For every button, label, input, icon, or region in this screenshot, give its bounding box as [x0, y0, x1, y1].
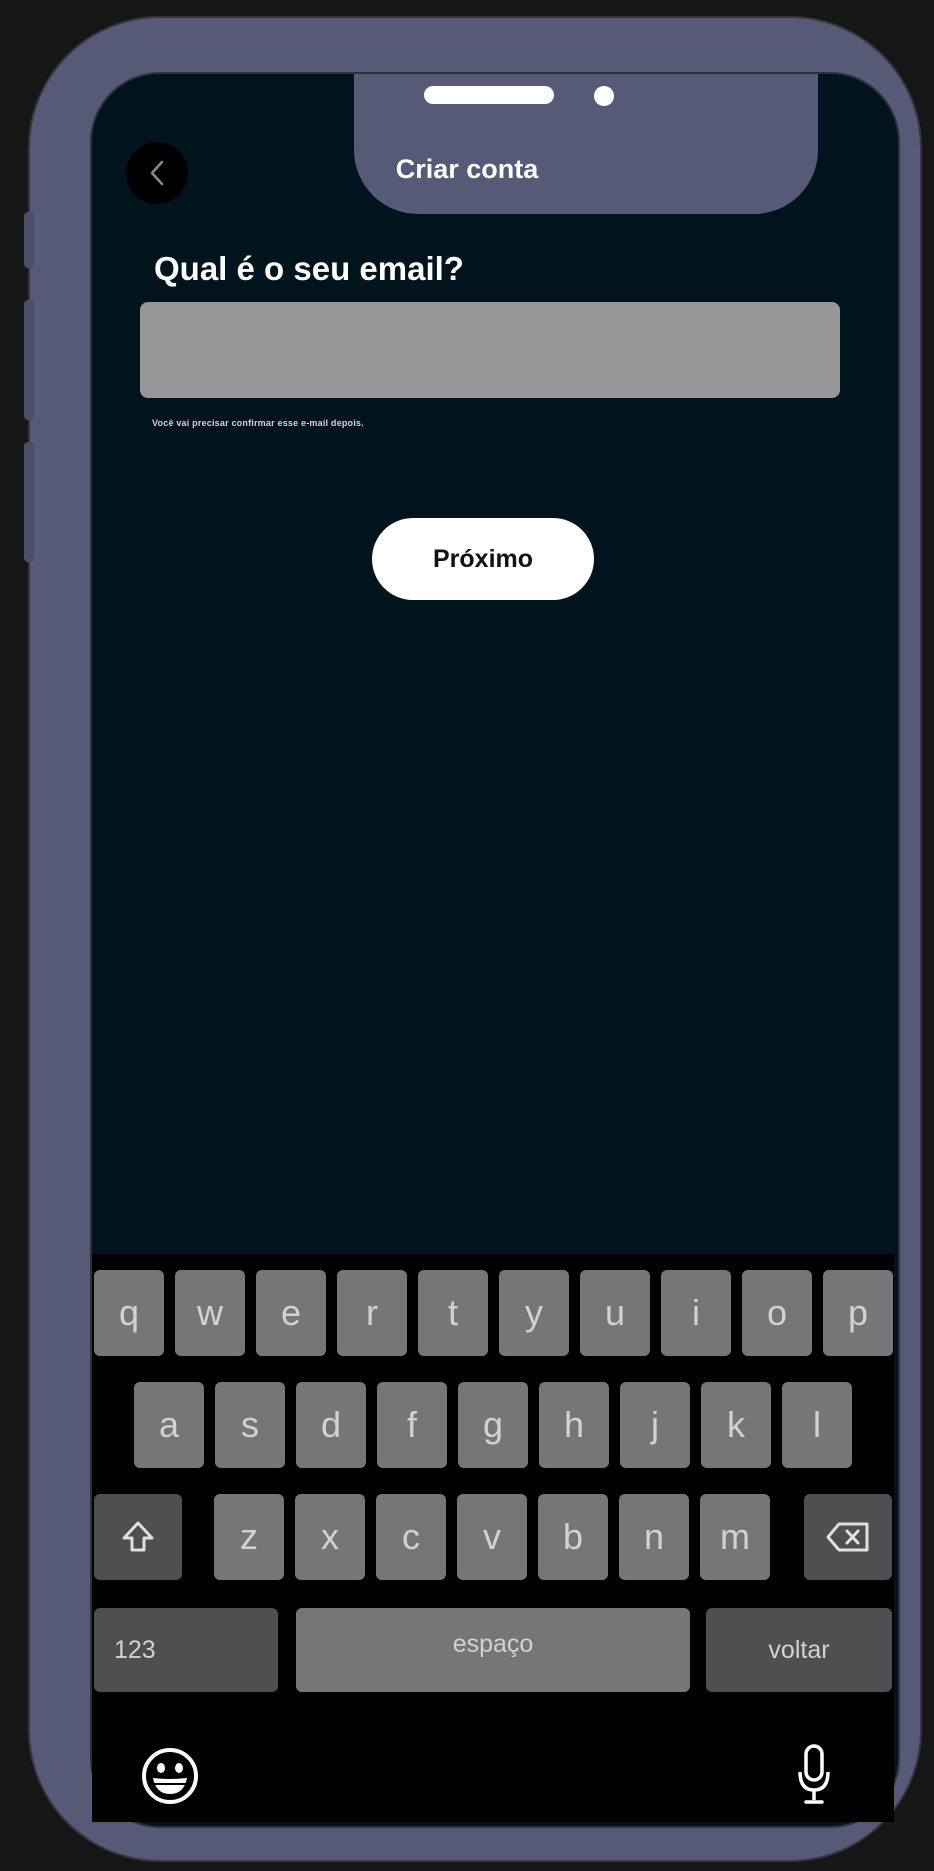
- key-d[interactable]: d: [296, 1382, 366, 1468]
- key-label: c: [402, 1516, 420, 1557]
- side-button: [24, 300, 34, 420]
- key-label: a: [158, 1404, 180, 1445]
- key-z[interactable]: z: [214, 1494, 284, 1580]
- space-key-label: espaço: [452, 1630, 534, 1658]
- shift-icon: [122, 1521, 154, 1552]
- key-label: h: [563, 1404, 585, 1445]
- key-label: t: [447, 1292, 458, 1333]
- speaker-grille: [424, 86, 554, 104]
- key-e[interactable]: e: [256, 1270, 326, 1356]
- key-label: d: [320, 1404, 342, 1445]
- key-h[interactable]: h: [539, 1382, 609, 1468]
- key-label: n: [643, 1516, 665, 1557]
- key-n[interactable]: n: [619, 1494, 689, 1580]
- emoji-icon: [142, 1748, 198, 1804]
- key-label: g: [482, 1404, 504, 1445]
- key-label: z: [240, 1516, 258, 1557]
- key-label: u: [604, 1292, 626, 1333]
- key-label: s: [241, 1404, 259, 1445]
- key-label: x: [321, 1516, 339, 1557]
- key-v[interactable]: v: [457, 1494, 527, 1580]
- key-label: r: [366, 1292, 378, 1333]
- key-g[interactable]: g: [458, 1382, 528, 1468]
- email-field[interactable]: [140, 302, 840, 398]
- key-label: y: [525, 1292, 543, 1333]
- key-k[interactable]: k: [701, 1382, 771, 1468]
- shift-key[interactable]: [94, 1494, 182, 1580]
- return-key-label: voltar: [768, 1635, 830, 1664]
- key-b[interactable]: b: [538, 1494, 608, 1580]
- key-u[interactable]: u: [580, 1270, 650, 1356]
- numbers-key[interactable]: 123: [94, 1608, 278, 1692]
- next-button[interactable]: Próximo: [372, 518, 594, 600]
- key-label: w: [197, 1292, 223, 1333]
- key-r[interactable]: r: [337, 1270, 407, 1356]
- key-label: b: [562, 1516, 584, 1557]
- key-l[interactable]: l: [782, 1382, 852, 1468]
- page-title: Criar conta: [395, 154, 539, 184]
- key-label: i: [692, 1292, 700, 1333]
- numbers-key-label: 123: [114, 1635, 156, 1664]
- key-x[interactable]: x: [295, 1494, 365, 1580]
- key-label: f: [406, 1404, 417, 1445]
- key-j[interactable]: j: [620, 1382, 690, 1468]
- key-label: j: [651, 1404, 659, 1445]
- side-button: [24, 212, 34, 268]
- key-label: q: [118, 1292, 140, 1333]
- key-label: p: [847, 1292, 869, 1333]
- key-s[interactable]: s: [215, 1382, 285, 1468]
- key-f[interactable]: f: [377, 1382, 447, 1468]
- backspace-icon: [826, 1522, 869, 1552]
- key-y[interactable]: y: [499, 1270, 569, 1356]
- key-c[interactable]: c: [376, 1494, 446, 1580]
- key-label: e: [280, 1292, 302, 1333]
- key-label: l: [813, 1404, 821, 1445]
- key-o[interactable]: o: [742, 1270, 812, 1356]
- key-p[interactable]: p: [823, 1270, 893, 1356]
- email-hint: Você vai precisar confirmar esse e-mail …: [152, 418, 364, 428]
- keyboard-bottom-bar: [92, 1722, 894, 1822]
- key-label: o: [766, 1292, 788, 1333]
- key-a[interactable]: a: [134, 1382, 204, 1468]
- key-label: v: [483, 1516, 501, 1557]
- key-w[interactable]: w: [175, 1270, 245, 1356]
- key-label: m: [720, 1516, 750, 1557]
- front-camera: [594, 86, 614, 106]
- email-question: Qual é o seu email?: [154, 250, 464, 287]
- key-t[interactable]: t: [418, 1270, 488, 1356]
- backspace-key[interactable]: [804, 1494, 892, 1580]
- key-m[interactable]: m: [700, 1494, 770, 1580]
- microphone-button[interactable]: [794, 1742, 834, 1808]
- emoji-button[interactable]: [140, 1746, 200, 1806]
- space-key[interactable]: espaço: [296, 1608, 690, 1692]
- return-key[interactable]: voltar: [706, 1608, 892, 1692]
- microphone-icon: [798, 1744, 830, 1804]
- side-button: [24, 442, 34, 562]
- key-i[interactable]: i: [661, 1270, 731, 1356]
- key-label: k: [727, 1404, 745, 1445]
- key-q[interactable]: q: [94, 1270, 164, 1356]
